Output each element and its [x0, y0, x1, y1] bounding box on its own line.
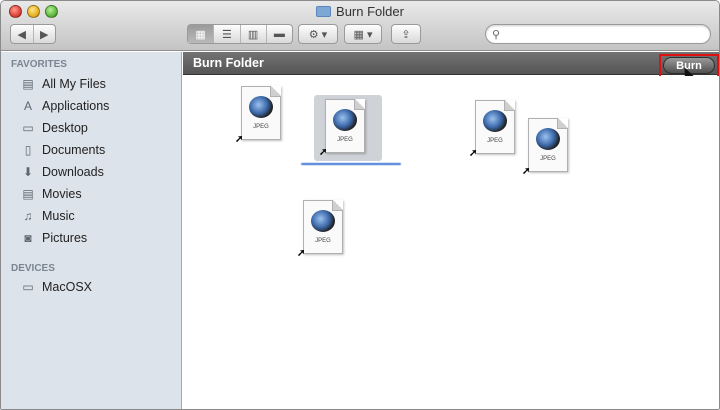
sidebar-item-label: Movies	[42, 187, 82, 201]
file-icon-jpeg[interactable]: JPEG ➚	[235, 86, 285, 145]
chevron-left-icon: ◀	[17, 28, 26, 41]
sidebar-item-label: All My Files	[42, 77, 106, 91]
file-type-tag: JPEG	[253, 124, 269, 130]
list-view-button[interactable]: ☰	[214, 25, 241, 43]
sidebar-item-desktop[interactable]: ▭ Desktop	[20, 118, 88, 138]
sidebar-item-macosx[interactable]: ▭ MacOSX	[20, 277, 92, 297]
downloads-icon: ⬇	[22, 165, 34, 179]
folder-icon	[316, 6, 332, 17]
all-files-icon: ▤	[22, 77, 34, 91]
hard-drive-icon: ▭	[22, 280, 34, 294]
coverflow-view-icon: ▬	[273, 28, 285, 40]
finder-window: Burn Folder ◀ ▶ ▦ ☰ ▥ ▬ ⚙ ▾ ▦ ▾ ⇪ ⚲ FAVO…	[0, 0, 720, 410]
alias-arrow-icon: ➚	[522, 166, 531, 177]
file-browser-area: JPEG ➚ JPEG ➚ JPEG ➚ JPEG ➚ JPEG ➚	[183, 76, 719, 409]
sidebar-item-all-my-files[interactable]: ▤ All My Files	[20, 74, 106, 94]
sidebar-item-label: Applications	[42, 99, 110, 113]
image-thumbnail-icon	[249, 96, 273, 118]
documents-icon: ▯	[24, 143, 32, 157]
toolbar: Burn Folder ◀ ▶ ▦ ☰ ▥ ▬ ⚙ ▾ ▦ ▾ ⇪ ⚲	[1, 1, 719, 51]
file-name-label-selected[interactable]	[301, 163, 401, 165]
file-icon-jpeg[interactable]: JPEG ➚	[469, 100, 519, 159]
file-icon-jpeg-selected[interactable]: JPEG ➚	[319, 99, 369, 158]
search-icon: ⚲	[492, 29, 501, 41]
sidebar-item-label: Music	[42, 209, 75, 223]
list-view-icon: ☰	[221, 28, 232, 41]
desktop-icon: ▭	[22, 121, 34, 135]
view-mode-control: ▦ ☰ ▥ ▬	[187, 24, 293, 44]
sidebar-item-downloads[interactable]: ⬇ Downloads	[20, 162, 104, 182]
alias-arrow-icon: ➚	[319, 147, 328, 158]
file-type-tag: JPEG	[487, 138, 503, 144]
sidebar-item-label: Desktop	[42, 121, 88, 135]
movies-icon: ▤	[22, 187, 34, 201]
alias-arrow-icon: ➚	[235, 134, 244, 145]
file-type-tag: JPEG	[315, 238, 331, 244]
sidebar-item-label: Pictures	[42, 231, 88, 245]
image-thumbnail-icon	[483, 110, 507, 132]
share-button[interactable]: ⇪	[391, 24, 421, 44]
chevron-right-icon: ▶	[40, 28, 49, 41]
pictures-icon: ◙	[24, 231, 32, 245]
file-type-tag: JPEG	[337, 137, 353, 143]
column-view-button[interactable]: ▥	[241, 25, 267, 43]
applications-icon: A	[23, 99, 32, 113]
file-type-tag: JPEG	[540, 156, 556, 162]
action-menu-button[interactable]: ⚙ ▾	[298, 24, 338, 44]
search-input[interactable]	[508, 27, 703, 41]
sidebar: FAVORITES ▤ All My Files A Applications …	[1, 52, 182, 409]
icon-view-icon: ▦	[195, 28, 206, 41]
window-title-area: Burn Folder	[1, 4, 719, 19]
column-view-icon: ▥	[247, 28, 259, 41]
sidebar-item-label: Documents	[42, 143, 106, 157]
image-thumbnail-icon	[311, 210, 335, 232]
grid-icon: ▦ ▾	[353, 28, 373, 41]
sidebar-item-applications[interactable]: A Applications	[20, 96, 109, 116]
alias-arrow-icon: ➚	[297, 248, 306, 259]
burn-folder-bar: Burn Folder	[183, 52, 719, 75]
sidebar-item-pictures[interactable]: ◙ Pictures	[20, 228, 87, 248]
sidebar-item-documents[interactable]: ▯ Documents	[20, 140, 106, 160]
forward-button[interactable]: ▶	[34, 25, 56, 43]
search-field[interactable]: ⚲	[485, 24, 711, 44]
image-thumbnail-icon	[333, 109, 357, 131]
file-icon-jpeg[interactable]: JPEG ➚	[522, 118, 572, 177]
sidebar-header-favorites: FAVORITES	[11, 59, 67, 70]
arrange-menu-button[interactable]: ▦ ▾	[344, 24, 382, 44]
burn-folder-label: Burn Folder	[193, 56, 264, 70]
window-title: Burn Folder	[336, 4, 404, 19]
file-icon-jpeg[interactable]: JPEG ➚	[297, 200, 347, 259]
coverflow-view-button[interactable]: ▬	[267, 25, 292, 43]
gear-icon: ⚙ ▾	[308, 28, 328, 41]
alias-arrow-icon: ➚	[469, 148, 478, 159]
sidebar-header-devices: DEVICES	[11, 263, 55, 274]
share-icon: ⇪	[401, 28, 411, 41]
sidebar-item-label: MacOSX	[42, 280, 93, 294]
back-button[interactable]: ◀	[11, 25, 34, 43]
sidebar-item-movies[interactable]: ▤ Movies	[20, 184, 82, 204]
music-icon: ♫	[23, 209, 33, 223]
image-thumbnail-icon	[536, 128, 560, 150]
sidebar-item-label: Downloads	[42, 165, 104, 179]
back-forward-control: ◀ ▶	[10, 24, 56, 44]
sidebar-item-music[interactable]: ♫ Music	[20, 206, 75, 226]
icon-view-button[interactable]: ▦	[188, 25, 215, 43]
